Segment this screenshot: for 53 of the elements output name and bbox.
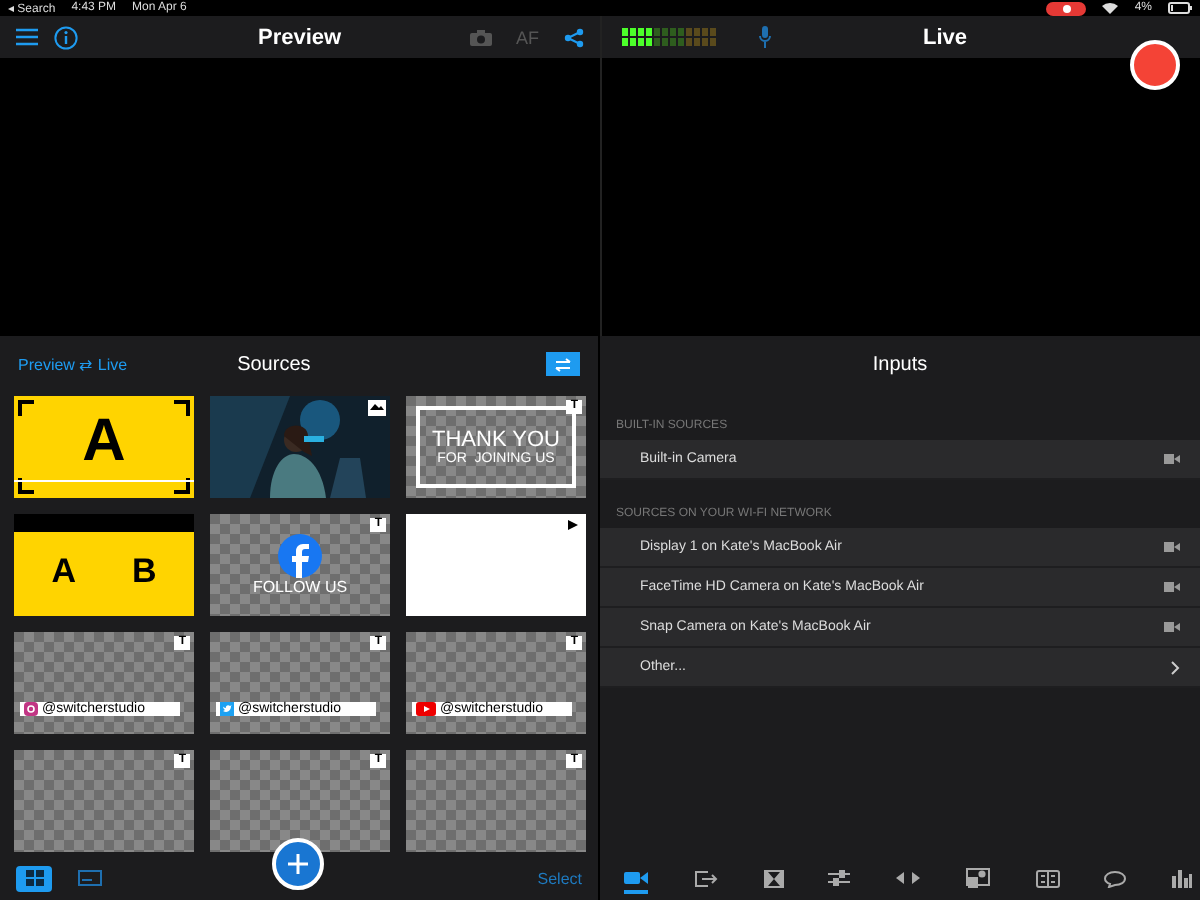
- source-tile[interactable]: [406, 514, 586, 616]
- share-icon: [563, 27, 583, 47]
- f-logo-icon: [278, 534, 322, 578]
- grid-icon: [25, 870, 43, 886]
- grid-view-button[interactable]: [16, 865, 52, 891]
- letter: A: [51, 551, 76, 591]
- info-icon: [54, 25, 78, 49]
- plus-icon: [286, 852, 310, 876]
- picture-in-picture-icon: [965, 868, 990, 888]
- sources-title: Sources: [237, 353, 311, 375]
- microphone-icon: [757, 26, 771, 48]
- camera-logo-icon: [24, 702, 38, 716]
- title-text: THANK YOU: [432, 428, 560, 452]
- video-camera-icon: [1164, 622, 1180, 632]
- add-source-button[interactable]: [272, 838, 324, 890]
- follow-text: FOLLOW US: [252, 578, 348, 596]
- letter: B: [132, 551, 157, 591]
- battery-icon: [1168, 2, 1192, 14]
- source-tile[interactable]: A: [14, 396, 194, 498]
- audio-meter-icon: [621, 27, 721, 47]
- audio-icon: [896, 870, 920, 886]
- image-badge-icon: [368, 400, 386, 416]
- speech-bubble-icon: [1104, 869, 1127, 887]
- letter: A: [82, 411, 126, 471]
- video-camera-icon: [624, 870, 648, 886]
- play-logo-icon: [416, 702, 436, 716]
- sliders-icon: [828, 870, 851, 886]
- swap-button[interactable]: [546, 352, 580, 376]
- wifi-icon: [1102, 2, 1119, 14]
- swap-icon: [554, 357, 572, 371]
- video-camera-icon: [1164, 582, 1180, 592]
- corner-brackets-icon: [18, 400, 190, 494]
- source-tile[interactable]: A B: [14, 514, 194, 616]
- chevron-right-icon: [1170, 659, 1180, 675]
- scoreboard-icon: [1035, 869, 1059, 887]
- list-view-button[interactable]: [72, 865, 108, 891]
- live-title: Live: [923, 25, 968, 49]
- play-icon: [568, 520, 578, 530]
- select-button[interactable]: Select: [537, 869, 582, 887]
- video-camera-icon: [1164, 454, 1180, 464]
- output-icon: [693, 869, 718, 887]
- preview-live-toggle[interactable]: Preview ⇄ Live: [18, 355, 128, 373]
- list-icon: [78, 870, 102, 886]
- recording-indicator-icon: [1046, 1, 1087, 15]
- video-camera-icon: [1164, 542, 1180, 552]
- toolbar-tab[interactable]: [624, 866, 648, 894]
- menu-icon: [16, 28, 38, 46]
- inputs-title: Inputs: [872, 353, 928, 375]
- hourglass-icon: [763, 869, 783, 887]
- camera-icon: [469, 29, 492, 45]
- preview-title: Preview: [258, 25, 342, 49]
- bar-chart-icon: [1172, 868, 1192, 888]
- bird-logo-icon: [220, 702, 234, 716]
